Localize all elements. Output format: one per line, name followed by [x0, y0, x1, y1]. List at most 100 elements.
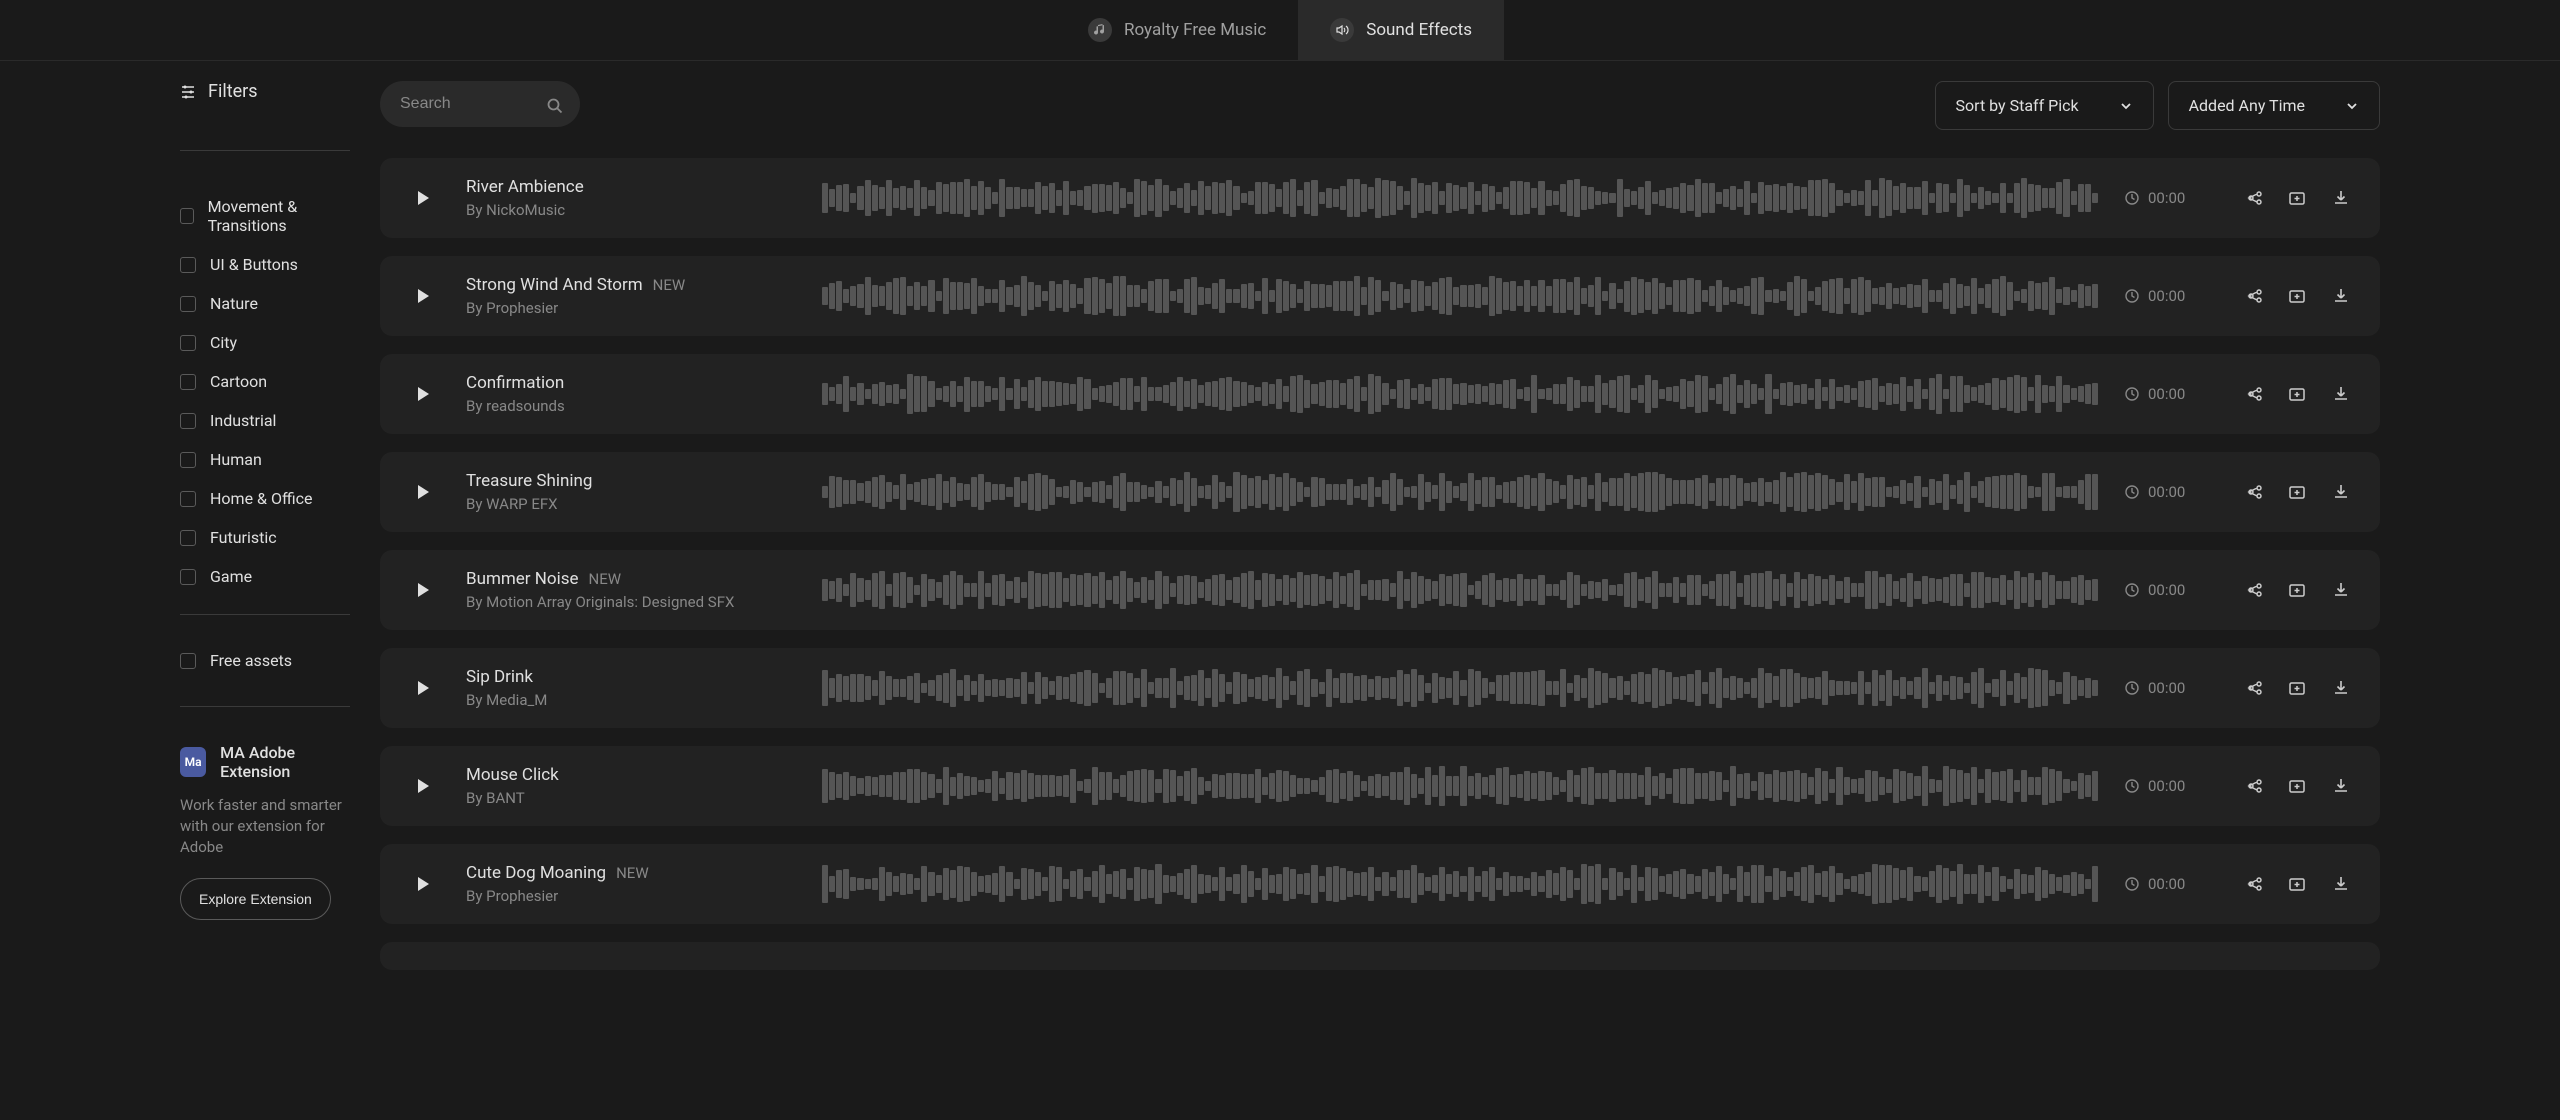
track-author[interactable]: By WARP EFX [466, 495, 796, 513]
checkbox[interactable] [180, 653, 196, 669]
filter-label: UI & Buttons [210, 255, 298, 274]
download-button[interactable] [2328, 381, 2354, 407]
download-button[interactable] [2328, 871, 2354, 897]
extension-desc: Work faster and smarter with our extensi… [180, 795, 350, 858]
track-author[interactable]: By BANT [466, 789, 796, 807]
download-button[interactable] [2328, 577, 2354, 603]
filter-item[interactable]: Home & Office [180, 479, 350, 518]
search-icon[interactable] [546, 97, 564, 115]
waveform[interactable] [822, 764, 2098, 808]
track-title[interactable]: Cute Dog MoaningNEW [466, 863, 796, 883]
track-author[interactable]: By readsounds [466, 397, 796, 415]
share-button[interactable] [2240, 577, 2266, 603]
download-button[interactable] [2328, 773, 2354, 799]
add-to-collection-button[interactable] [2284, 381, 2310, 407]
play-button[interactable] [406, 181, 440, 215]
waveform[interactable] [822, 568, 2098, 612]
filters-header[interactable]: Filters [180, 81, 350, 132]
waveform[interactable] [822, 274, 2098, 318]
nav-sfx[interactable]: Sound Effects [1298, 0, 1504, 60]
checkbox[interactable] [180, 491, 196, 507]
play-button[interactable] [406, 867, 440, 901]
share-button[interactable] [2240, 479, 2266, 505]
nav-music[interactable]: Royalty Free Music [1056, 0, 1298, 60]
checkbox[interactable] [180, 208, 194, 224]
filter-item[interactable]: UI & Buttons [180, 245, 350, 284]
play-button[interactable] [406, 475, 440, 509]
checkbox[interactable] [180, 569, 196, 585]
search-wrap [380, 81, 580, 130]
waveform[interactable] [822, 666, 2098, 710]
add-to-collection-button[interactable] [2284, 479, 2310, 505]
track-author[interactable]: By NickoMusic [466, 201, 796, 219]
track-author[interactable]: By Prophesier [466, 887, 796, 905]
add-to-collection-button[interactable] [2284, 871, 2310, 897]
checkbox[interactable] [180, 374, 196, 390]
add-to-collection-button[interactable] [2284, 773, 2310, 799]
share-button[interactable] [2240, 381, 2266, 407]
share-button[interactable] [2240, 773, 2266, 799]
filter-item[interactable]: Nature [180, 284, 350, 323]
download-button[interactable] [2328, 185, 2354, 211]
track-actions [2240, 675, 2354, 701]
filter-item[interactable]: Cartoon [180, 362, 350, 401]
add-to-collection-button[interactable] [2284, 283, 2310, 309]
filter-item[interactable]: Movement & Transitions [180, 187, 350, 245]
track-title[interactable]: Mouse Click [466, 765, 796, 785]
add-to-collection-button[interactable] [2284, 675, 2310, 701]
play-button[interactable] [406, 671, 440, 705]
sound-icon [1330, 18, 1354, 42]
checkbox[interactable] [180, 335, 196, 351]
share-button[interactable] [2240, 283, 2266, 309]
filter-item[interactable]: Human [180, 440, 350, 479]
filter-item[interactable]: City [180, 323, 350, 362]
sort-dropdown[interactable]: Sort by Staff Pick [1935, 81, 2154, 130]
play-button[interactable] [406, 573, 440, 607]
share-button[interactable] [2240, 185, 2266, 211]
share-button[interactable] [2240, 871, 2266, 897]
waveform[interactable] [822, 176, 2098, 220]
track-title[interactable]: River Ambience [466, 177, 796, 197]
play-button[interactable] [406, 769, 440, 803]
waveform[interactable] [822, 470, 2098, 514]
track-author[interactable]: By Prophesier [466, 299, 796, 317]
track-actions [2240, 381, 2354, 407]
checkbox[interactable] [180, 452, 196, 468]
checkbox[interactable] [180, 413, 196, 429]
filter-label: Futuristic [210, 528, 277, 547]
checkbox[interactable] [180, 257, 196, 273]
nav-music-label: Royalty Free Music [1124, 20, 1266, 40]
track-title[interactable]: Strong Wind And StormNEW [466, 275, 796, 295]
download-button[interactable] [2328, 479, 2354, 505]
waveform[interactable] [822, 862, 2098, 906]
filter-item[interactable]: Game [180, 557, 350, 596]
filter-free-assets[interactable]: Free assets [180, 633, 350, 688]
track-title[interactable]: Bummer NoiseNEW [466, 569, 796, 589]
download-button[interactable] [2328, 283, 2354, 309]
track-author[interactable]: By Media_M [466, 691, 796, 709]
checkbox[interactable] [180, 530, 196, 546]
track-time: 00:00 [2124, 287, 2214, 305]
clock-icon [2124, 876, 2140, 892]
track-title[interactable]: Confirmation [466, 373, 796, 393]
share-button[interactable] [2240, 675, 2266, 701]
track-author[interactable]: By Motion Array Originals: Designed SFX [466, 593, 796, 611]
add-to-collection-button[interactable] [2284, 577, 2310, 603]
play-button[interactable] [406, 377, 440, 411]
track-time: 00:00 [2124, 581, 2214, 599]
add-to-collection-button[interactable] [2284, 185, 2310, 211]
track-title[interactable]: Sip Drink [466, 667, 796, 687]
extension-title: MA Adobe Extension [220, 743, 350, 781]
filter-label: Movement & Transitions [208, 197, 350, 235]
checkbox[interactable] [180, 296, 196, 312]
track-title[interactable]: Treasure Shining [466, 471, 796, 491]
time-dropdown[interactable]: Added Any Time [2168, 81, 2380, 130]
track-row: River Ambience By NickoMusic 00:00 [380, 158, 2380, 238]
download-button[interactable] [2328, 675, 2354, 701]
play-button[interactable] [406, 279, 440, 313]
explore-extension-button[interactable]: Explore Extension [180, 878, 331, 920]
filter-item[interactable]: Industrial [180, 401, 350, 440]
new-badge: NEW [589, 570, 622, 588]
filter-item[interactable]: Futuristic [180, 518, 350, 557]
waveform[interactable] [822, 372, 2098, 416]
